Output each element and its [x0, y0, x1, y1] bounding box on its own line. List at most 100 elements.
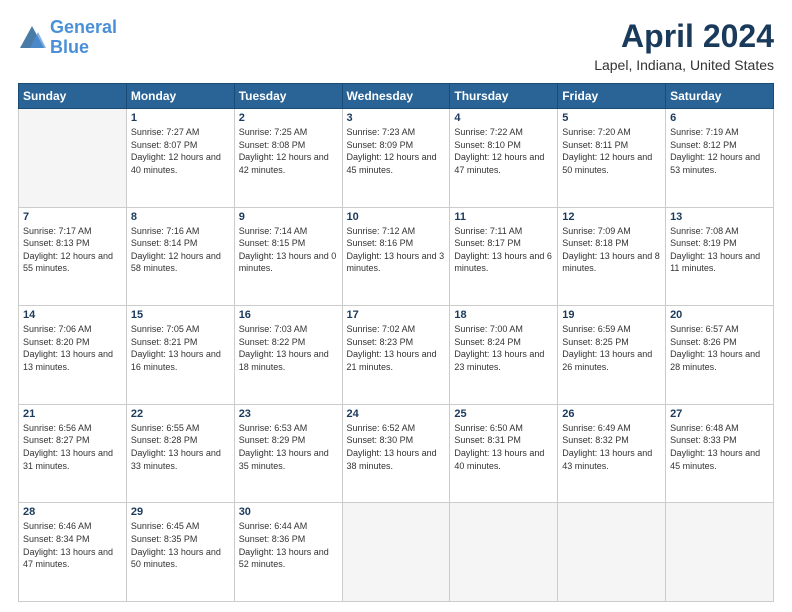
calendar-cell: 26 Sunrise: 6:49 AMSunset: 8:32 PMDayligh… [558, 404, 666, 503]
calendar-cell: 4Sunrise: 7:22 AMSunset: 8:10 PMDaylight… [450, 109, 558, 208]
calendar-cell: 21 Sunrise: 6:56 AMSunset: 8:27 PMDayligh… [19, 404, 127, 503]
day-number: 19 [562, 309, 661, 321]
calendar-day-header: Sunday [19, 84, 127, 109]
subtitle: Lapel, Indiana, United States [594, 57, 774, 73]
day-info: Sunrise: 6:45 AMSunset: 8:35 PMDaylight:… [131, 520, 230, 570]
day-info: Sunrise: 6:55 AMSunset: 8:28 PMDaylight:… [131, 422, 230, 472]
day-number: 3 [347, 112, 446, 124]
calendar-cell: 6 Sunrise: 7:19 AMSunset: 8:12 PMDaylight… [666, 109, 774, 208]
day-info: Sunrise: 6:49 AMSunset: 8:32 PMDaylight:… [562, 422, 661, 472]
calendar-cell: 2Sunrise: 7:25 AMSunset: 8:08 PMDaylight… [234, 109, 342, 208]
logo-icon [18, 24, 46, 52]
calendar-day-header: Tuesday [234, 84, 342, 109]
calendar-cell: 1 Sunrise: 7:27 AMSunset: 8:07 PMDaylight… [126, 109, 234, 208]
day-number: 29 [131, 506, 230, 518]
day-number: 10 [347, 211, 446, 223]
day-info: Sunrise: 6:46 AMSunset: 8:34 PMDaylight:… [23, 520, 122, 570]
calendar-week-row: 14Sunrise: 7:06 AMSunset: 8:20 PMDayligh… [19, 306, 774, 405]
header: General Blue April 2024 Lapel, Indiana, … [18, 18, 774, 73]
calendar-cell: 30Sunrise: 6:44 AMSunset: 8:36 PMDayligh… [234, 503, 342, 602]
day-info: Sunrise: 7:23 AMSunset: 8:09 PMDaylight:… [347, 126, 446, 176]
day-info: Sunrise: 6:59 AMSunset: 8:25 PMDaylight:… [562, 323, 661, 373]
day-number: 6 [670, 112, 769, 124]
day-info: Sunrise: 7:19 AMSunset: 8:12 PMDaylight:… [670, 126, 769, 176]
calendar-header-row: SundayMondayTuesdayWednesdayThursdayFrid… [19, 84, 774, 109]
calendar-cell: 29 Sunrise: 6:45 AMSunset: 8:35 PMDayligh… [126, 503, 234, 602]
day-info: Sunrise: 7:14 AMSunset: 8:15 PMDaylight:… [239, 225, 338, 275]
day-info: Sunrise: 6:53 AMSunset: 8:29 PMDaylight:… [239, 422, 338, 472]
day-number: 25 [454, 408, 553, 420]
day-number: 20 [670, 309, 769, 321]
day-info: Sunrise: 6:57 AMSunset: 8:26 PMDaylight:… [670, 323, 769, 373]
calendar-cell: 9 Sunrise: 7:14 AMSunset: 8:15 PMDaylight… [234, 207, 342, 306]
day-number: 27 [670, 408, 769, 420]
calendar-cell: 3 Sunrise: 7:23 AMSunset: 8:09 PMDaylight… [342, 109, 450, 208]
day-number: 5 [562, 112, 661, 124]
day-info: Sunrise: 7:03 AMSunset: 8:22 PMDaylight:… [239, 323, 338, 373]
calendar-cell: 23 Sunrise: 6:53 AMSunset: 8:29 PMDayligh… [234, 404, 342, 503]
day-info: Sunrise: 7:05 AMSunset: 8:21 PMDaylight:… [131, 323, 230, 373]
day-number: 11 [454, 211, 553, 223]
calendar-day-header: Friday [558, 84, 666, 109]
calendar-cell: 28Sunrise: 6:46 AMSunset: 8:34 PMDayligh… [19, 503, 127, 602]
calendar-day-header: Saturday [666, 84, 774, 109]
calendar-week-row: 28Sunrise: 6:46 AMSunset: 8:34 PMDayligh… [19, 503, 774, 602]
day-info: Sunrise: 6:52 AMSunset: 8:30 PMDaylight:… [347, 422, 446, 472]
calendar-cell [450, 503, 558, 602]
day-info: Sunrise: 7:09 AMSunset: 8:18 PMDaylight:… [562, 225, 661, 275]
calendar-cell: 25 Sunrise: 6:50 AMSunset: 8:31 PMDayligh… [450, 404, 558, 503]
calendar-cell: 27 Sunrise: 6:48 AMSunset: 8:33 PMDayligh… [666, 404, 774, 503]
day-number: 7 [23, 211, 122, 223]
calendar-cell [666, 503, 774, 602]
calendar-cell: 17 Sunrise: 7:02 AMSunset: 8:23 PMDayligh… [342, 306, 450, 405]
calendar-day-header: Wednesday [342, 84, 450, 109]
day-number: 30 [239, 506, 338, 518]
calendar-cell: 22 Sunrise: 6:55 AMSunset: 8:28 PMDayligh… [126, 404, 234, 503]
day-number: 2 [239, 112, 338, 124]
day-number: 1 [131, 112, 230, 124]
day-number: 24 [347, 408, 446, 420]
calendar-cell: 16 Sunrise: 7:03 AMSunset: 8:22 PMDayligh… [234, 306, 342, 405]
calendar-cell [19, 109, 127, 208]
calendar-cell: 11Sunrise: 7:11 AMSunset: 8:17 PMDayligh… [450, 207, 558, 306]
day-number: 17 [347, 309, 446, 321]
logo-text: General Blue [50, 18, 117, 58]
day-number: 9 [239, 211, 338, 223]
calendar-day-header: Thursday [450, 84, 558, 109]
day-number: 21 [23, 408, 122, 420]
day-info: Sunrise: 7:27 AMSunset: 8:07 PMDaylight:… [131, 126, 230, 176]
calendar-cell: 20 Sunrise: 6:57 AMSunset: 8:26 PMDayligh… [666, 306, 774, 405]
day-info: Sunrise: 6:48 AMSunset: 8:33 PMDaylight:… [670, 422, 769, 472]
calendar-week-row: 7Sunrise: 7:17 AMSunset: 8:13 PMDaylight… [19, 207, 774, 306]
day-info: Sunrise: 7:00 AMSunset: 8:24 PMDaylight:… [454, 323, 553, 373]
day-info: Sunrise: 7:08 AMSunset: 8:19 PMDaylight:… [670, 225, 769, 275]
calendar-cell: 14Sunrise: 7:06 AMSunset: 8:20 PMDayligh… [19, 306, 127, 405]
day-number: 22 [131, 408, 230, 420]
day-number: 8 [131, 211, 230, 223]
day-number: 4 [454, 112, 553, 124]
calendar-cell: 12 Sunrise: 7:09 AMSunset: 8:18 PMDayligh… [558, 207, 666, 306]
calendar-cell: 19 Sunrise: 6:59 AMSunset: 8:25 PMDayligh… [558, 306, 666, 405]
calendar-cell [342, 503, 450, 602]
calendar-cell: 5Sunrise: 7:20 AMSunset: 8:11 PMDaylight… [558, 109, 666, 208]
page: General Blue April 2024 Lapel, Indiana, … [0, 0, 792, 612]
main-title: April 2024 [594, 18, 774, 55]
calendar-cell: 8 Sunrise: 7:16 AMSunset: 8:14 PMDaylight… [126, 207, 234, 306]
calendar-day-header: Monday [126, 84, 234, 109]
calendar-cell: 7Sunrise: 7:17 AMSunset: 8:13 PMDaylight… [19, 207, 127, 306]
calendar-week-row: 1 Sunrise: 7:27 AMSunset: 8:07 PMDaylight… [19, 109, 774, 208]
day-info: Sunrise: 7:02 AMSunset: 8:23 PMDaylight:… [347, 323, 446, 373]
day-info: Sunrise: 6:50 AMSunset: 8:31 PMDaylight:… [454, 422, 553, 472]
day-number: 23 [239, 408, 338, 420]
day-number: 12 [562, 211, 661, 223]
day-info: Sunrise: 7:06 AMSunset: 8:20 PMDaylight:… [23, 323, 122, 373]
day-info: Sunrise: 7:16 AMSunset: 8:14 PMDaylight:… [131, 225, 230, 275]
day-info: Sunrise: 6:56 AMSunset: 8:27 PMDaylight:… [23, 422, 122, 472]
day-number: 26 [562, 408, 661, 420]
day-number: 16 [239, 309, 338, 321]
day-number: 13 [670, 211, 769, 223]
day-number: 18 [454, 309, 553, 321]
day-number: 15 [131, 309, 230, 321]
calendar-week-row: 21 Sunrise: 6:56 AMSunset: 8:27 PMDayligh… [19, 404, 774, 503]
day-info: Sunrise: 7:12 AMSunset: 8:16 PMDaylight:… [347, 225, 446, 275]
